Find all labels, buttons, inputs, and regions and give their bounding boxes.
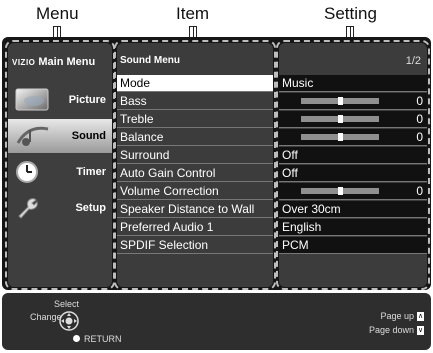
dpad-icon [59, 311, 79, 331]
return-hint: RETURN [84, 334, 122, 344]
page-up-icon: ∧ [417, 312, 424, 321]
setting-outline [276, 40, 430, 290]
page-down-hint: Page down [368, 325, 414, 335]
callout-item: Item [176, 4, 210, 41]
select-hint: Select [54, 299, 80, 309]
menu-outline [5, 40, 115, 290]
page-up-hint: Page up [380, 311, 414, 321]
change-hint: Change [30, 312, 62, 322]
callout-menu-label: Menu [36, 4, 79, 23]
callout-setting: Setting [324, 4, 377, 41]
callout-setting-label: Setting [324, 4, 377, 23]
callout-menu: Menu [36, 4, 79, 41]
item-outline [114, 40, 276, 290]
return-dot-icon [73, 335, 80, 342]
page-down-icon: ∨ [417, 326, 424, 335]
help-bar: Select Change RETURN Page up ∧ Page down… [2, 293, 431, 350]
callout-item-label: Item [176, 4, 210, 23]
